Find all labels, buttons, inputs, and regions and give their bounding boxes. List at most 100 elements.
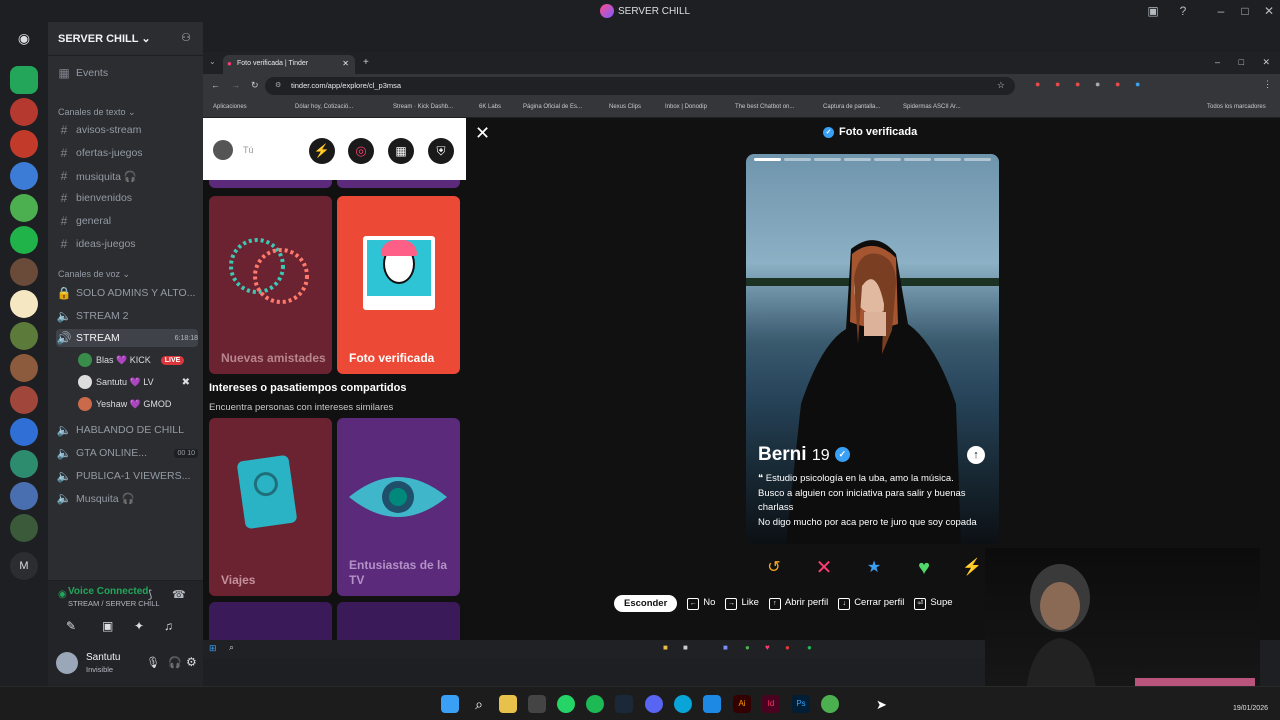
browser-tab[interactable]: ● Foto verificada | Tinder ✕ <box>223 55 355 74</box>
site-info-icon[interactable]: ⚙ <box>275 81 281 89</box>
bookmark-item[interactable]: Dólar hoy, Cotizació... <box>295 104 353 110</box>
server-icon[interactable] <box>10 482 38 510</box>
windows-start-icon[interactable] <box>441 695 459 713</box>
menu-icon[interactable]: ⋮ <box>1263 79 1272 90</box>
like-heart-icon[interactable]: ♥ <box>910 554 938 582</box>
noise-suppression-icon[interactable]: ⟆ <box>148 588 152 601</box>
bookmark-item[interactable]: Nexus Clips <box>609 104 641 110</box>
forward-icon[interactable]: → <box>231 80 240 90</box>
voice-channel-admins[interactable]: 🔒 SOLO ADMINS Y ALTO... <box>56 284 198 302</box>
extension-icon[interactable]: ● <box>1095 79 1100 89</box>
soundboard-icon[interactable]: ♫ <box>164 619 173 633</box>
server-icon[interactable] <box>10 290 38 318</box>
windows-start-icon[interactable]: ⊞ <box>209 643 217 654</box>
url-bar[interactable]: ⚙ tinder.com/app/explore/cl_p3msa ☆ <box>265 77 1015 95</box>
minimize-icon[interactable]: – <box>1215 57 1220 67</box>
server-icon[interactable] <box>10 226 38 254</box>
server-icon[interactable] <box>10 514 38 542</box>
card-viajes[interactable]: Viajes <box>209 418 332 596</box>
chrome-icon[interactable] <box>821 695 839 713</box>
bookmark-star-icon[interactable]: ☆ <box>997 80 1005 91</box>
back-icon[interactable]: ← <box>211 80 220 90</box>
maximize-icon[interactable]: □ <box>1239 57 1244 67</box>
search-icon[interactable]: ⌕ <box>470 695 488 713</box>
boost-icon[interactable]: ⚡ <box>309 138 335 164</box>
activities-icon[interactable]: ✦ <box>134 619 144 633</box>
channel-ideas[interactable]: # ideas-juegos <box>56 235 198 253</box>
edge-icon[interactable] <box>674 695 692 713</box>
shortcut-like[interactable]: → Like <box>725 597 759 610</box>
shortcut-super[interactable]: ⏎ Supe <box>914 597 953 610</box>
server-icon[interactable] <box>10 386 38 414</box>
bookmark-item[interactable]: The best Chatbot on... <box>735 104 794 110</box>
voice-channel-musquita[interactable]: 🔈 Musquita 🎧 <box>56 489 198 507</box>
bookmark-item[interactable]: Captura de pantalla... <box>823 104 880 110</box>
search-icon[interactable]: ⌕ <box>229 642 234 653</box>
bookmark-item[interactable]: Stream · Kick Dashb... <box>393 104 453 110</box>
card-nuevas-amistades[interactable]: Nuevas amistades <box>209 196 332 374</box>
events-item[interactable]: ▦ Events <box>56 64 198 82</box>
shortcut-cerrar-perfil[interactable]: ↓ Cerrar perfil <box>838 597 904 610</box>
inbox-icon[interactable]: ▣ <box>1145 3 1161 19</box>
channel-bienvenidos[interactable]: # bienvenidos <box>56 189 198 207</box>
disconnect-icon[interactable]: ☎ <box>172 588 186 601</box>
server-icon[interactable] <box>10 130 38 158</box>
super-like-icon[interactable]: ★ <box>860 554 888 582</box>
photoshop-icon[interactable]: Ps <box>792 695 810 713</box>
app-icon[interactable]: ■ <box>723 643 728 652</box>
mic-icon[interactable]: 🎙 <box>146 656 160 669</box>
bookmark-item[interactable]: Página Oficial de Es... <box>523 104 582 110</box>
spotify-icon[interactable] <box>586 695 604 713</box>
voice-channel-hablando[interactable]: 🔈 HABLANDO DE CHILL <box>56 421 198 439</box>
card-foto-verificada[interactable]: Foto verificada <box>337 196 460 374</box>
folder-icon[interactable] <box>499 695 517 713</box>
profile-card[interactable]: Berni 19 ✓ ↑ ❝ Estudio psicología en la … <box>746 154 999 544</box>
server-icon[interactable] <box>10 194 38 222</box>
shield-icon[interactable]: ⛨ <box>428 138 454 164</box>
app-icon[interactable] <box>703 695 721 713</box>
whatsapp-icon[interactable] <box>557 695 575 713</box>
channel-avisos[interactable]: # avisos-stream <box>56 121 198 139</box>
bookmark-item[interactable]: 6K Labs <box>479 104 501 110</box>
bookmark-item[interactable]: Inbox | Donodip <box>665 104 707 110</box>
bookmark-item[interactable]: Spidermas ASCII Ar... <box>903 104 961 110</box>
spotify-icon[interactable]: ● <box>807 643 812 652</box>
server-icon[interactable]: M <box>10 552 38 580</box>
headphones-icon[interactable]: 🎧 <box>168 656 182 669</box>
voice-user[interactable]: Blas 💜 KICK LIVE <box>78 352 185 368</box>
server-icon[interactable] <box>10 258 38 286</box>
extension-icon[interactable]: ● <box>1075 79 1080 89</box>
minimize-icon[interactable]: – <box>1213 3 1229 19</box>
avatar[interactable] <box>56 652 78 674</box>
server-icon[interactable] <box>10 98 38 126</box>
shortcut-no[interactable]: ← No <box>687 597 715 610</box>
bookmark-item[interactable]: Todos los marcadores <box>1207 104 1266 110</box>
channel-general[interactable]: # general <box>56 212 198 230</box>
voice-channel-gta[interactable]: 🔈 GTA ONLINE... 00 10 <box>56 444 198 462</box>
boost-icon[interactable]: ⚡ <box>958 554 986 582</box>
camera-icon[interactable]: ✎ <box>66 619 76 633</box>
app-icon[interactable]: ● <box>785 643 790 652</box>
close-icon[interactable]: ✕ <box>1261 3 1277 19</box>
text-category[interactable]: Canales de texto ⌄ <box>58 107 136 118</box>
app-icon[interactable] <box>528 695 546 713</box>
channel-musiquita[interactable]: # musiquita 🎧 <box>56 167 198 185</box>
bookmark-item[interactable]: Aplicaciones <box>213 104 247 110</box>
app-icon[interactable]: ■ <box>683 643 688 652</box>
extension-icon[interactable]: ● <box>1115 79 1120 89</box>
server-icon[interactable] <box>10 66 38 94</box>
server-icon[interactable] <box>10 354 38 382</box>
voice-user[interactable]: Yeshaw 💜 GMOD <box>78 396 171 412</box>
voice-connected-subtitle[interactable]: STREAM / SERVER CHILL <box>68 599 160 608</box>
reload-icon[interactable]: ↻ <box>251 80 259 91</box>
extension-icon[interactable]: ● <box>1055 79 1060 89</box>
voice-channel-stream[interactable]: 🔊 STREAM 6:18:18 <box>56 329 198 347</box>
channel-ofertas[interactable]: # ofertas-juegos <box>56 144 198 162</box>
tinder-icon[interactable]: ♥ <box>765 643 770 652</box>
avatar[interactable] <box>213 140 233 160</box>
add-member-icon[interactable]: ⚇ <box>181 31 191 44</box>
close-explore-icon[interactable]: ✕ <box>475 123 490 144</box>
tab-search-icon[interactable]: ⌄ <box>209 57 216 66</box>
indesign-icon[interactable]: Id <box>762 695 780 713</box>
nope-icon[interactable]: ✕ <box>810 554 838 582</box>
